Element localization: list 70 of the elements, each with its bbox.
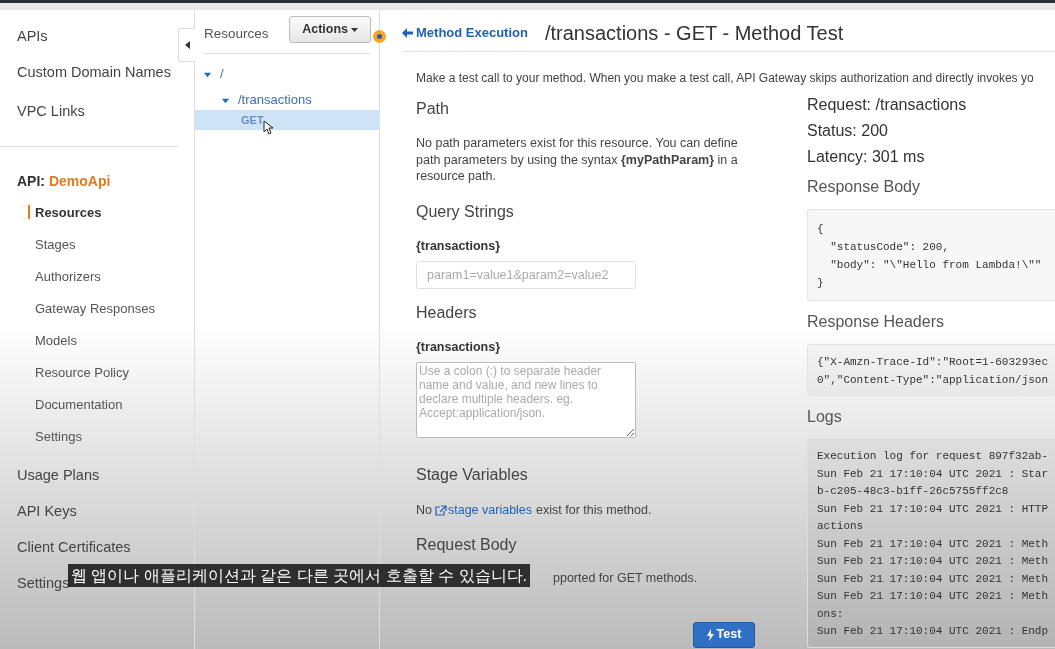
section-heading: Stage Variables — [416, 465, 529, 485]
pane-title: Resources — [204, 25, 269, 44]
subtitle-caption: 웹 앱이나 애플리케이션과 같은 다른 곳에서 호출할 수 있습니다. — [68, 564, 530, 587]
code-line: { — [817, 222, 824, 237]
field-label: {transactions} — [416, 339, 502, 357]
nav-link[interactable]: Usage Plans — [17, 465, 100, 488]
nav-link[interactable]: Settings — [17, 573, 70, 596]
lightning-icon — [706, 628, 714, 641]
nav-link[interactable]: VPC Links — [0, 100, 178, 123]
section-heading: Logs — [807, 407, 843, 427]
log-line: Sun Feb 21 17:10:04 UTC 2021 : Meth — [817, 589, 1049, 604]
log-line: Sun Feb 21 17:10:04 UTC 2021 : Meth — [817, 571, 1049, 587]
request-body-text: pported for GET methods. — [553, 569, 699, 587]
tree-item[interactable]: / — [220, 64, 224, 84]
section-heading: Path — [416, 99, 450, 119]
api-label: API: — [17, 173, 45, 190]
status-text: Status: 200 — [807, 121, 889, 141]
cursor-icon — [263, 120, 273, 135]
nav-link[interactable]: Stages — [28, 234, 76, 254]
field-label: {transactions} — [416, 237, 502, 255]
headers-field[interactable]: Use a colon (:) to separate header name and value, and new lines to declare multiple headers. eg. Accept:application/json. — [416, 362, 636, 438]
log-line: Sun Feb 21 17:10:04 UTC 2021 : Meth — [817, 554, 1049, 569]
section-heading: Headers — [416, 303, 478, 324]
section-heading: Response Body — [807, 177, 921, 197]
section-heading: Query Strings — [416, 201, 515, 222]
section-heading: Response Headers — [807, 312, 945, 332]
nav-link[interactable]: Documentation — [28, 394, 123, 414]
caret-left-icon — [184, 41, 190, 49]
code-line: } — [817, 276, 824, 291]
nav-link[interactable]: Client Certificates — [17, 537, 131, 560]
page-title: /transactions - GET - Method Test — [544, 20, 844, 46]
code-line: 0","Content-Type":"application/json — [817, 373, 1049, 388]
code-line: {"X-Amzn-Trace-Id":"Root=1-603293ec — [817, 355, 1049, 370]
stage-text: exist for this method. — [536, 502, 652, 519]
stage-text: No — [416, 502, 432, 519]
request-path: Request: /transactions — [807, 95, 968, 115]
nav-link[interactable]: Authorizers — [28, 266, 101, 286]
actions-button[interactable]: Actions — [289, 16, 371, 43]
code-line: "statusCode": 200, — [829, 240, 950, 255]
tree-item[interactable]: /transactions — [238, 90, 312, 110]
intro-text: Make a test call to your method. When you make a test call, API Gateway skips authorization and directly invokes yo — [416, 70, 1035, 87]
log-line: Sun Feb 21 17:10:04 UTC 2021 : HTTP — [817, 501, 1049, 517]
log-line: b-c205-48c3-b1ff-26c5755ff2c8 — [817, 484, 1009, 499]
external-link-icon — [435, 504, 447, 516]
section-heading: Request Body — [416, 534, 518, 555]
latency-text: Latency: 301 ms — [807, 147, 926, 167]
nav-link[interactable]: Resources — [28, 202, 102, 222]
log-line: Sun Feb 21 17:10:04 UTC 2021 : Star — [817, 466, 1049, 482]
log-line: Execution log for request 897f32ab- — [817, 449, 1049, 464]
log-line: ons: — [817, 606, 844, 622]
caret-down-icon — [351, 27, 358, 32]
nav-link[interactable]: APIs — [0, 26, 178, 48]
nav-link[interactable]: API Keys — [17, 501, 77, 524]
log-line: Sun Feb 21 17:10:04 UTC 2021 : Meth — [817, 536, 1049, 552]
nav-link[interactable]: Resource Policy — [28, 362, 129, 382]
log-line: Sun Feb 21 17:10:04 UTC 2021 : Endp — [817, 624, 1049, 639]
nav-link[interactable]: Settings — [28, 426, 82, 446]
query-string-field[interactable]: param1=value1&param2=value2 — [416, 261, 636, 290]
stage-variables-link[interactable]: stage variables — [435, 501, 533, 520]
path-description: No path parameters exist for this resource. You can define path parameters by using the syntax {myPathParam} in a resource path. — [416, 135, 739, 185]
nav-link[interactable]: Custom Domain Names — [0, 61, 178, 84]
test-button[interactable]: Test — [693, 621, 755, 648]
nav-link[interactable]: Gateway Responses — [28, 298, 155, 318]
back-link[interactable]: Method Execution — [402, 22, 528, 43]
arrow-left-icon — [402, 27, 413, 38]
resize-handle[interactable] — [373, 30, 386, 43]
nav-link[interactable]: Models — [28, 330, 77, 350]
log-line: actions — [817, 519, 864, 534]
collapse-tab[interactable] — [178, 28, 195, 62]
code-line: "body": "\"Hello from Lambda!\"" — [829, 258, 1042, 273]
